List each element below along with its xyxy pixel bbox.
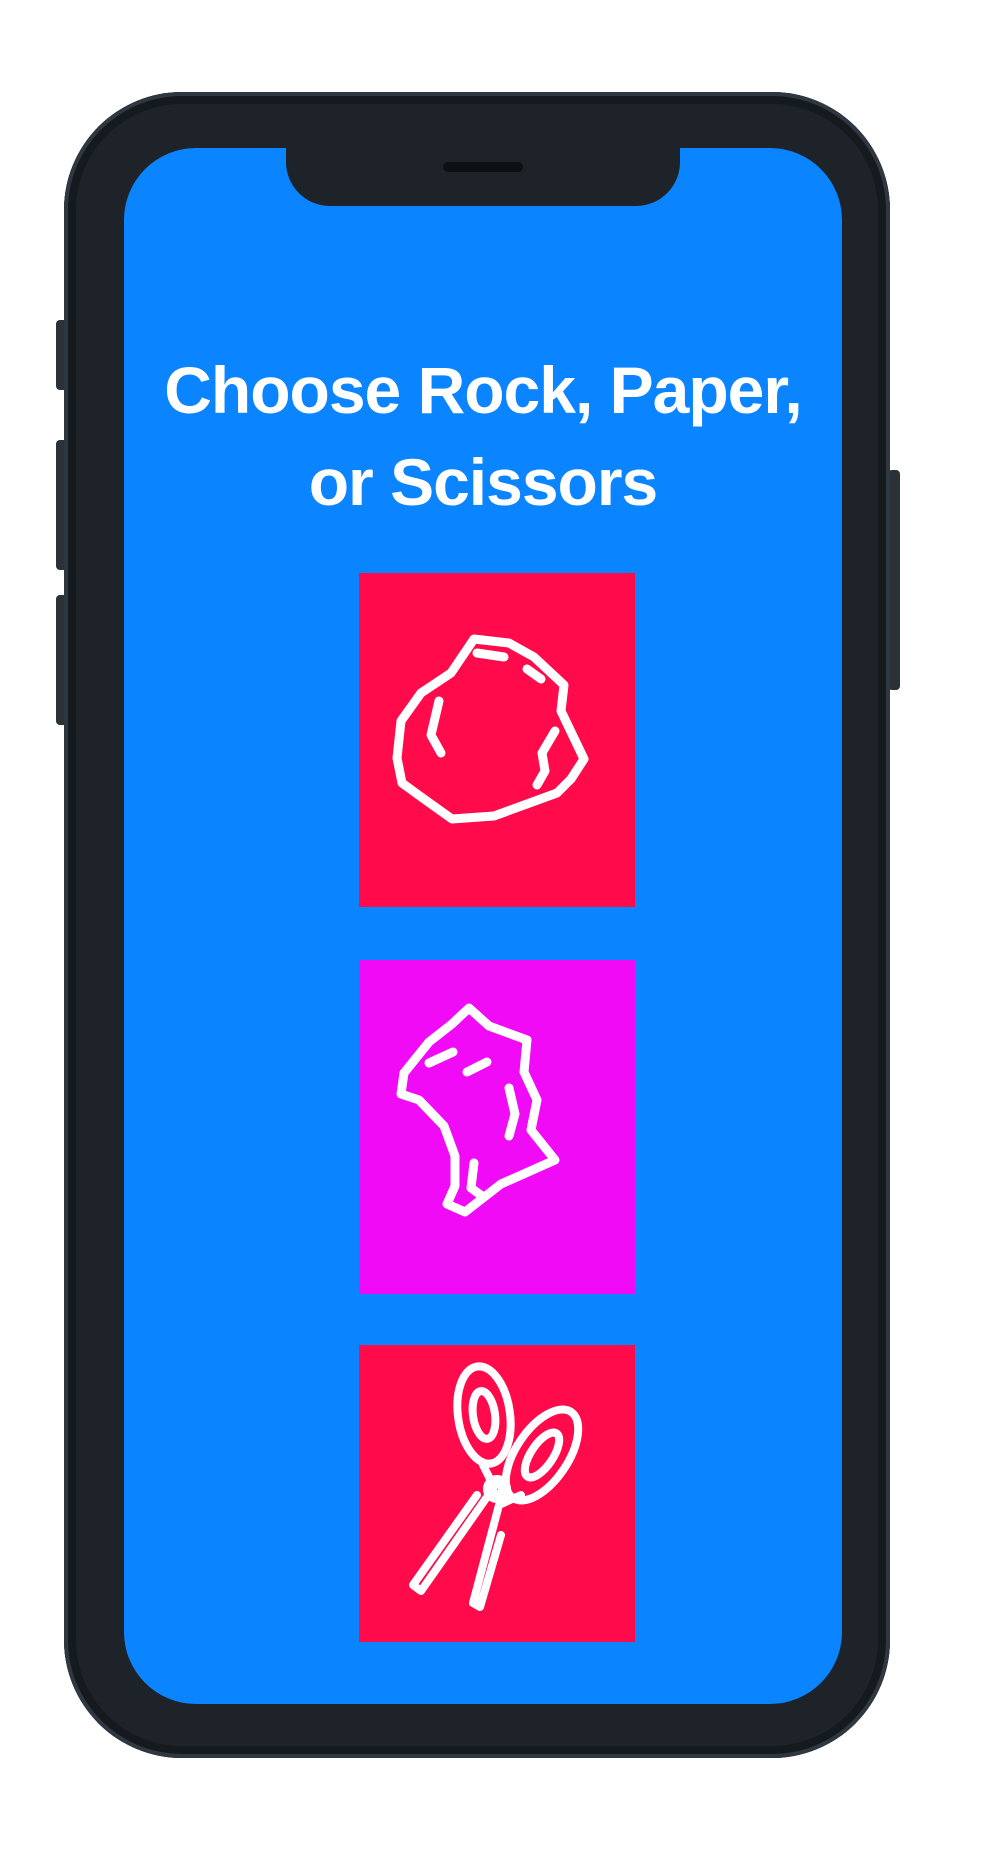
scissors-button[interactable] [359, 1345, 635, 1642]
paper-icon [396, 1003, 560, 1217]
paper-button[interactable] [359, 960, 635, 1294]
phone-screen: Choose Rock, Paper, or Scissors [124, 148, 842, 1704]
rock-button[interactable] [359, 573, 635, 907]
app-stage: Choose Rock, Paper, or Scissors [0, 0, 1006, 1850]
phone-notch [286, 148, 680, 206]
scissors-icon [409, 1362, 583, 1611]
page-title: Choose Rock, Paper, or Scissors [164, 353, 803, 519]
speaker-grille [443, 162, 523, 172]
rock-icon [392, 634, 589, 824]
